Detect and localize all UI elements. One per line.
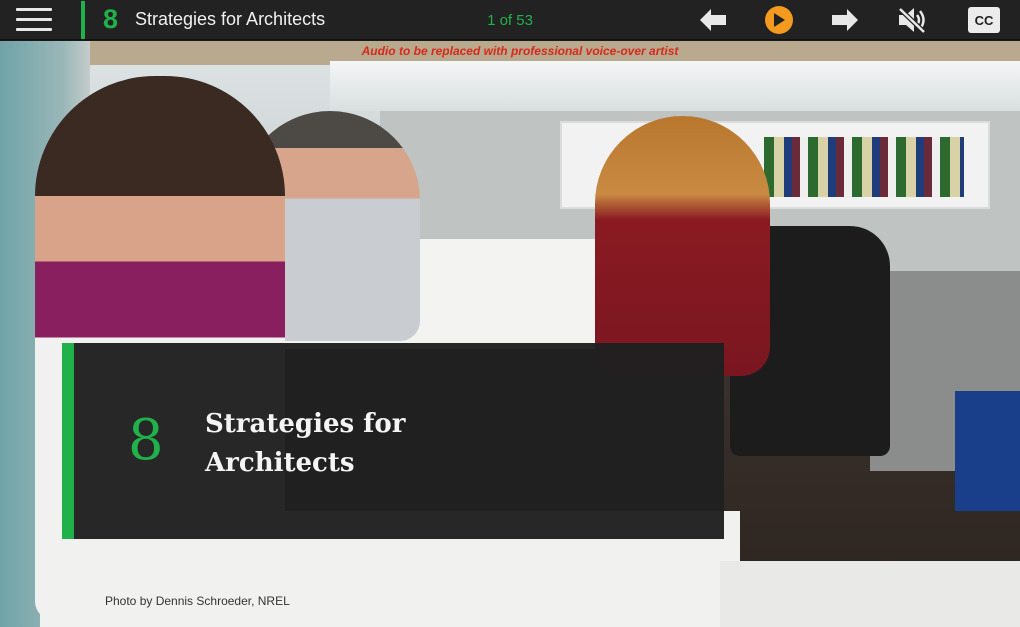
- title-card-accent: [62, 343, 74, 539]
- page-counter: 1 of 53: [487, 12, 533, 29]
- play-icon: [774, 13, 785, 27]
- audio-placeholder-note: Audio to be replaced with professional v…: [361, 44, 679, 58]
- slide-photo: Audio to be replaced with professional v…: [0, 41, 1020, 627]
- top-toolbar: 8 Strategies for Architects 1 of 53 CC: [0, 0, 1020, 40]
- photo-credit: Photo by Dennis Schroeder, NREL: [105, 594, 290, 608]
- title-card-heading: Strategies for Architects: [205, 409, 406, 478]
- photo-books: [764, 137, 964, 197]
- mute-button[interactable]: [896, 5, 928, 35]
- closed-captions-icon: CC: [974, 12, 994, 28]
- photo-windows: [330, 61, 1020, 111]
- speaker-muted-icon: [898, 7, 926, 34]
- arrow-left-icon: [700, 9, 726, 31]
- title-card-number: 8: [128, 408, 164, 473]
- lesson-title: Strategies for Architects: [135, 9, 326, 29]
- next-button[interactable]: [830, 6, 860, 34]
- lesson-number: 8: [103, 4, 119, 34]
- slide-title-card: 8 Strategies for Architects: [62, 343, 724, 539]
- hamburger-menu-icon[interactable]: [16, 8, 52, 32]
- photo-recycle-bin: [955, 391, 1020, 511]
- photo-person-woman-right: [595, 116, 770, 376]
- title-accent-bar: [81, 1, 85, 39]
- closed-captions-button[interactable]: CC: [968, 7, 1000, 33]
- photo-table-right: [720, 561, 1020, 627]
- previous-button[interactable]: [698, 6, 728, 34]
- arrow-right-icon: [832, 9, 858, 31]
- play-button[interactable]: [765, 6, 793, 34]
